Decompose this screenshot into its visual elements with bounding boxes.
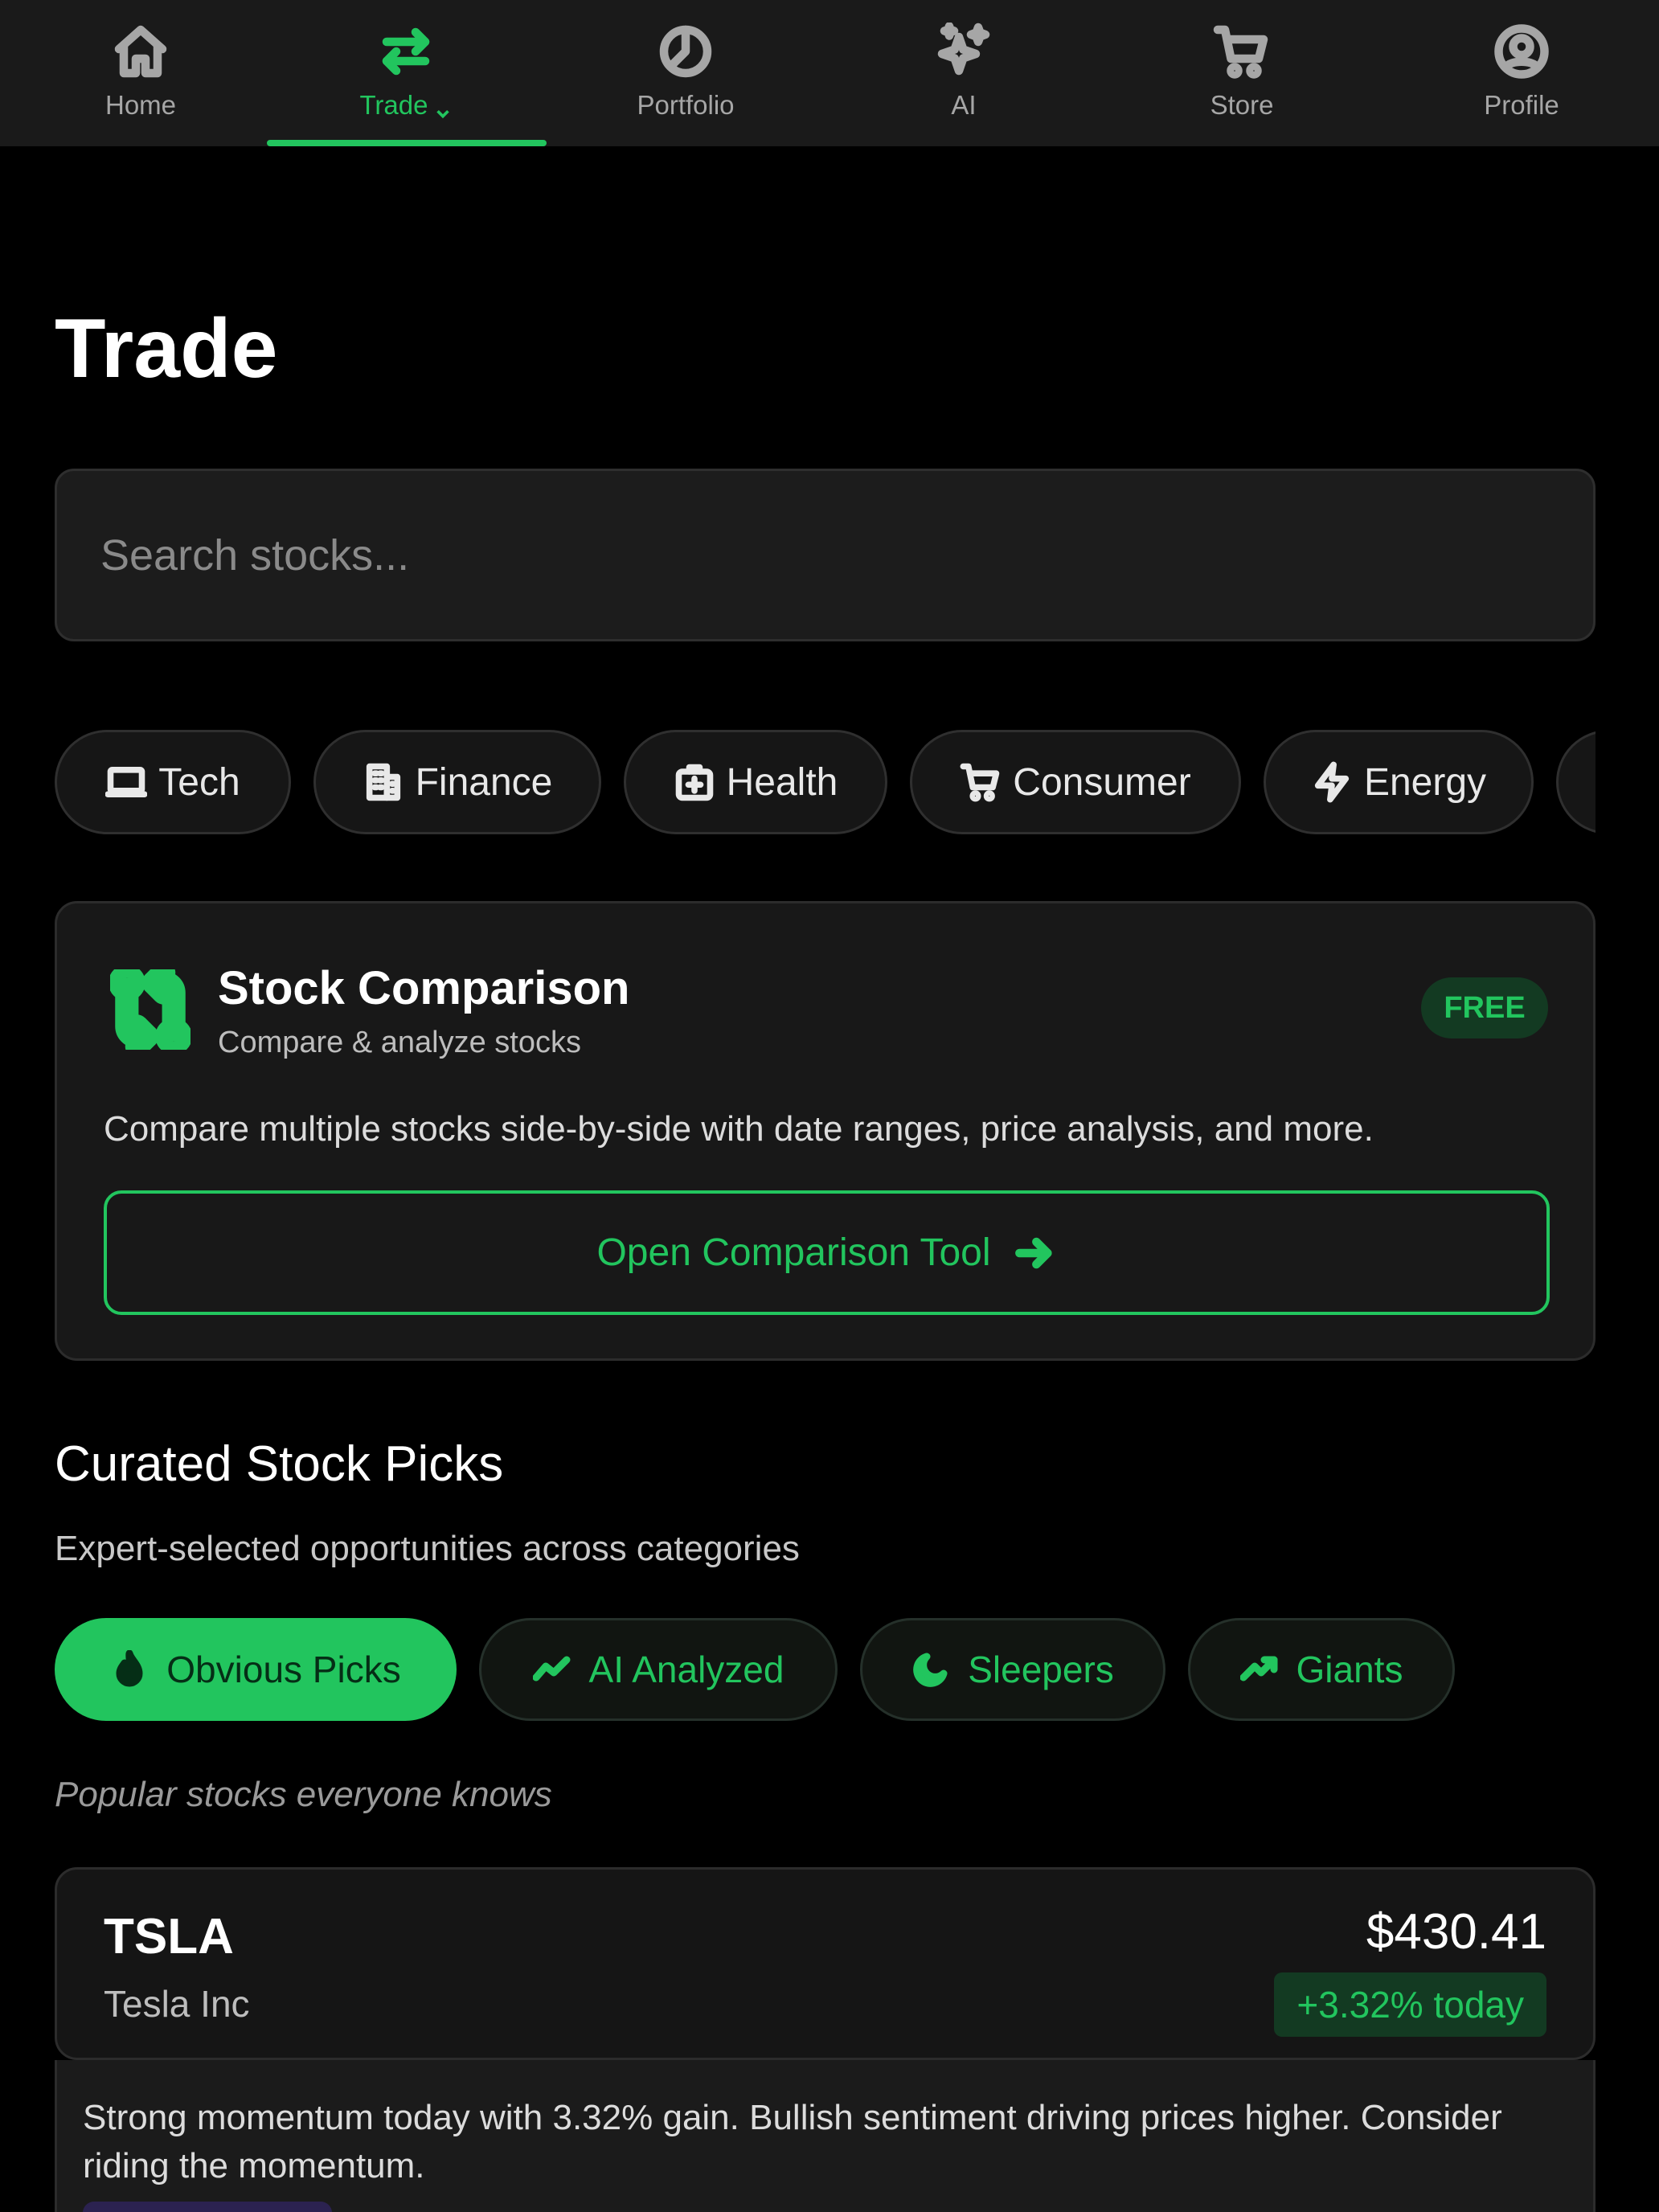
picks-description: Popular stocks everyone knows <box>55 1775 552 1814</box>
trend-line-icon <box>532 1656 571 1682</box>
tab-obvious-picks[interactable]: Obvious Picks <box>55 1618 457 1721</box>
nav-profile[interactable]: Profile <box>1382 0 1659 146</box>
analysis-tag <box>83 2202 332 2212</box>
nav-portfolio[interactable]: Portfolio <box>547 0 825 146</box>
stock-comparison-card: Stock Comparison Compare & analyze stock… <box>55 901 1596 1361</box>
free-badge: FREE <box>1421 977 1548 1038</box>
curated-section-title: Curated Stock Picks <box>55 1436 504 1492</box>
search-input[interactable] <box>57 471 1593 639</box>
category-chip-energy[interactable]: Energy <box>1264 730 1534 834</box>
category-chip-health[interactable]: Health <box>624 730 887 834</box>
medical-box-icon <box>675 764 713 801</box>
open-comparison-tool-label: Open Comparison Tool <box>596 1231 991 1274</box>
trending-up-icon <box>1239 1656 1278 1682</box>
nav-home[interactable]: Home <box>2 0 280 146</box>
active-tab-indicator <box>267 140 547 146</box>
category-chips: Tech Finance Health Consumer Energy <box>55 730 1596 834</box>
tab-label: Sleepers <box>968 1649 1114 1690</box>
stock-change-badge: +3.32% today <box>1274 1972 1546 2037</box>
home-icon <box>112 23 170 80</box>
nav-trade[interactable]: Trade <box>267 0 545 146</box>
user-circle-icon <box>1493 23 1550 80</box>
arrow-right-icon <box>1014 1237 1052 1268</box>
open-comparison-tool-button[interactable]: Open Comparison Tool <box>104 1190 1550 1315</box>
tab-giants[interactable]: Giants <box>1188 1618 1455 1721</box>
lightning-icon <box>1314 761 1350 803</box>
tab-label: Obvious Picks <box>166 1649 401 1690</box>
building-icon <box>366 763 400 801</box>
category-chip-partial[interactable] <box>1556 730 1596 834</box>
nav-ai-label: AI <box>951 90 977 120</box>
trade-screen: Home Trade Portfolio AI Store Profile Tr… <box>0 0 1659 2212</box>
page-title: Trade <box>55 302 278 395</box>
tab-ai-analyzed[interactable]: AI Analyzed <box>479 1618 838 1721</box>
stock-ticker: TSLA <box>104 1909 234 1964</box>
nav-store-label: Store <box>1210 90 1274 120</box>
nav-profile-label: Profile <box>1484 90 1559 120</box>
cart-icon <box>960 763 1000 802</box>
nav-portfolio-label: Portfolio <box>637 90 735 120</box>
category-chip-tech[interactable]: Tech <box>55 730 291 834</box>
comparison-title: Stock Comparison <box>218 962 630 1014</box>
category-chip-label: Consumer <box>1013 760 1191 804</box>
stock-analysis-text: Strong momentum today with 3.32% gain. B… <box>83 2098 1502 2185</box>
nav-trade-label: Trade <box>359 90 428 120</box>
swap-arrows-icon <box>377 23 435 80</box>
laptop-icon <box>105 767 148 797</box>
tab-sleepers[interactable]: Sleepers <box>860 1618 1165 1721</box>
comparison-subtitle: Compare & analyze stocks <box>218 1026 581 1059</box>
pie-chart-icon <box>657 23 715 80</box>
category-chip-consumer[interactable]: Consumer <box>910 730 1241 834</box>
stock-analysis-panel: Strong momentum today with 3.32% gain. B… <box>55 2060 1596 2212</box>
comparison-description: Compare multiple stocks side-by-side wit… <box>104 1109 1374 1149</box>
category-chip-label: Tech <box>158 760 240 804</box>
search-box <box>55 469 1596 641</box>
nav-store[interactable]: Store <box>1103 0 1381 146</box>
cart-icon <box>1213 23 1271 80</box>
flame-icon <box>116 1650 143 1687</box>
chevron-down-icon <box>434 98 452 119</box>
top-navigation: Home Trade Portfolio AI Store Profile <box>0 0 1659 146</box>
category-chip-label: Energy <box>1363 760 1487 804</box>
moon-icon <box>913 1653 948 1687</box>
nav-ai[interactable]: AI <box>825 0 1103 146</box>
tab-label: Giants <box>1296 1649 1403 1690</box>
tab-label: AI Analyzed <box>588 1649 784 1690</box>
curated-section-subtitle: Expert-selected opportunities across cat… <box>55 1529 800 1568</box>
compare-arrows-icon <box>108 961 193 1059</box>
stock-price: $430.41 <box>1366 1904 1546 1960</box>
category-chip-label: Health <box>726 760 838 804</box>
category-chip-label: Finance <box>415 760 553 804</box>
sparkles-icon <box>935 22 993 80</box>
nav-home-label: Home <box>104 90 177 120</box>
stock-company-name: Tesla Inc <box>104 1983 250 2025</box>
category-chip-finance[interactable]: Finance <box>313 730 601 834</box>
stock-card-tsla[interactable]: TSLA Tesla Inc $430.41 +3.32% today <box>55 1867 1596 2060</box>
